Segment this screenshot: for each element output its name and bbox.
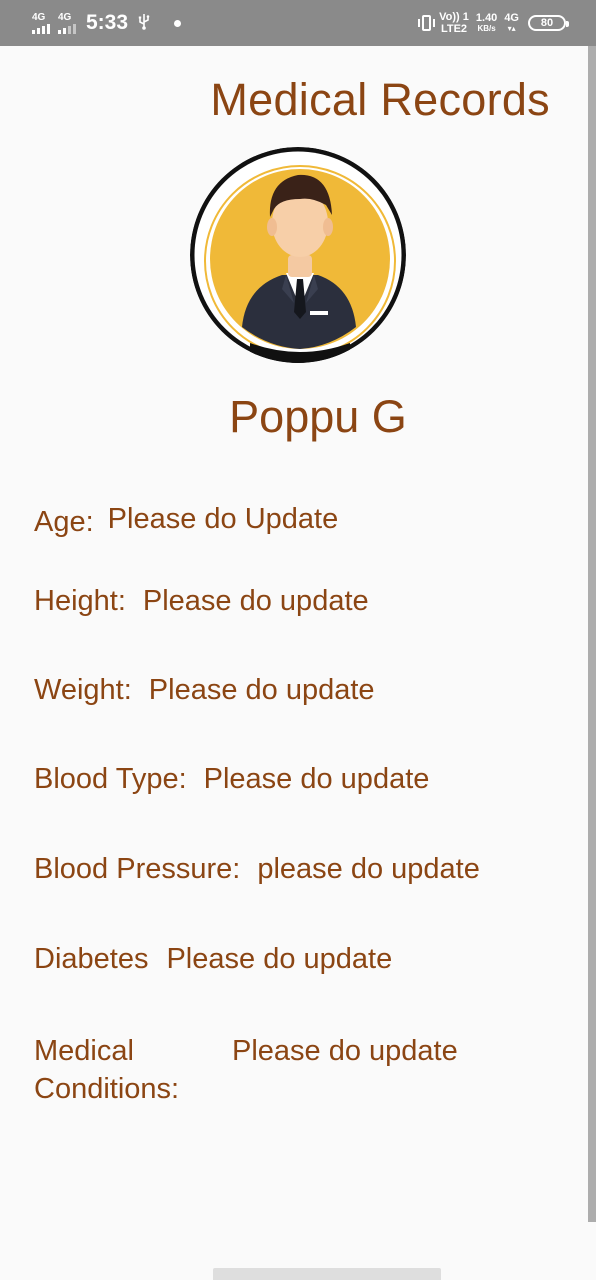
network-speed: 1.40 KB/s: [475, 11, 498, 34]
vibrate-icon: [418, 15, 436, 31]
status-bar-right: Vo)) 1 LTE2 1.40 KB/s 4G ▾▴ 80: [416, 10, 569, 36]
weight-value[interactable]: Please do update: [149, 674, 375, 706]
blood-pressure-value[interactable]: please do update: [257, 853, 480, 885]
clock: 5:33: [86, 11, 129, 34]
record-medical-conditions: Medical Conditions: Please do update: [34, 1032, 554, 1108]
blood-type-label: Blood Type:: [34, 763, 187, 795]
signal-icon: 4G: [58, 11, 76, 34]
signal-icon: 4G: [32, 11, 50, 34]
volte-indicator: Vo)) 1 LTE2: [439, 10, 469, 35]
scrollbar[interactable]: [588, 46, 596, 1222]
notification-dot-icon: [174, 19, 182, 27]
data-network-indicator: 4G ▾▴: [504, 11, 519, 34]
volte-label: Vo)) 1: [439, 10, 469, 23]
data-arrows-icon: ▾▴: [507, 23, 516, 33]
page-title: Medical Records: [210, 74, 550, 125]
record-weight: Weight: Please do update: [34, 674, 375, 707]
usb-icon: [138, 13, 150, 33]
battery-level: 80: [540, 17, 554, 29]
record-height: Height: Please do update: [34, 585, 369, 618]
battery-icon: 80: [528, 15, 569, 31]
home-indicator[interactable]: [213, 1268, 441, 1280]
age-value[interactable]: Please do Update: [108, 503, 339, 535]
avatar[interactable]: [190, 147, 406, 363]
record-blood-pressure: Blood Pressure: please do update: [34, 853, 480, 886]
profile-name: Poppu G: [229, 391, 407, 442]
network-type: 4G: [504, 11, 519, 24]
blood-type-value[interactable]: Please do update: [204, 763, 430, 795]
height-label: Height:: [34, 585, 126, 617]
medical-conditions-label-line1: Medical: [34, 1035, 134, 1067]
status-bar: 4G 4G 5:33 Vo)) 1 LTE2 1.40 KB/s 4G ▾▴ 8…: [0, 0, 596, 46]
speed-value: 1.40: [475, 11, 498, 24]
sim2-network-label: 4G: [58, 11, 72, 23]
record-age: Age: Please do Update: [34, 503, 339, 539]
medical-conditions-value[interactable]: Please do update: [232, 1032, 458, 1070]
age-label: Age:: [34, 506, 94, 538]
diabetes-label: Diabetes: [34, 943, 149, 975]
sim1-network-label: 4G: [32, 11, 46, 23]
height-value[interactable]: Please do update: [143, 585, 369, 617]
speed-unit: KB/s: [477, 23, 496, 33]
status-bar-left: 4G 4G 5:33: [32, 10, 182, 36]
medical-conditions-label: Medical Conditions:: [34, 1032, 224, 1108]
businessman-avatar-icon: [190, 147, 406, 363]
record-diabetes: Diabetes Please do update: [34, 943, 392, 976]
blood-pressure-label: Blood Pressure:: [34, 853, 241, 885]
lte-label: LTE2: [440, 22, 468, 35]
diabetes-value[interactable]: Please do update: [166, 943, 392, 975]
medical-conditions-label-line2: Conditions:: [34, 1073, 180, 1105]
record-blood-type: Blood Type: Please do update: [34, 763, 429, 796]
weight-label: Weight:: [34, 674, 132, 706]
